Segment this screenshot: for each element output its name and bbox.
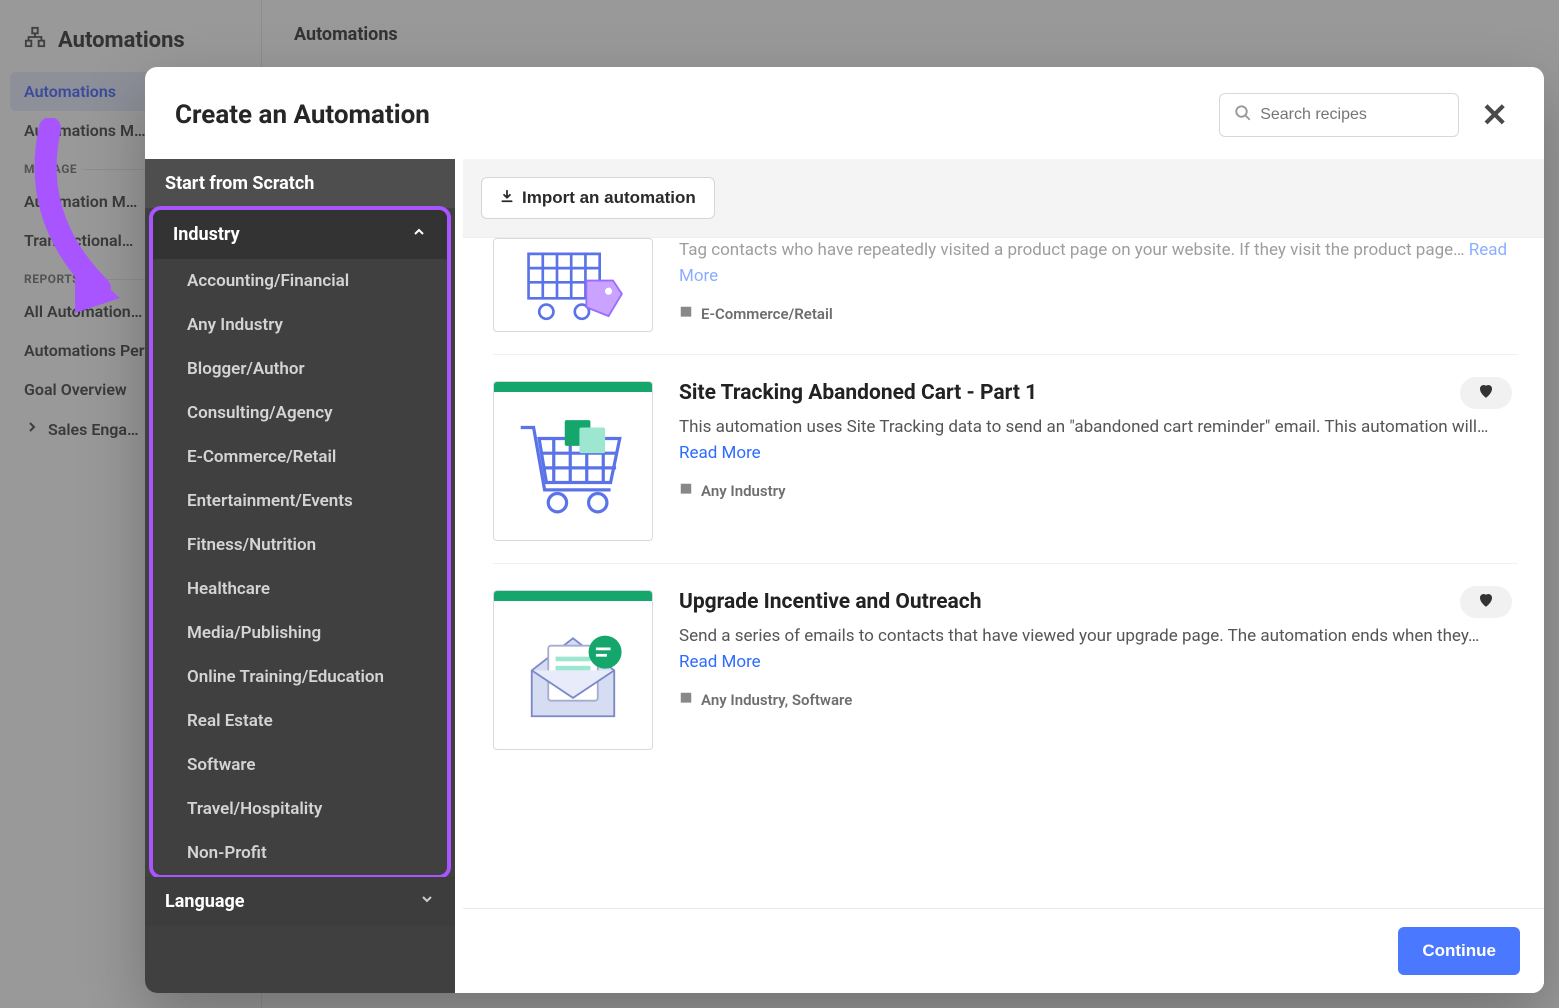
industry-item[interactable]: Entertainment/Events bbox=[153, 479, 447, 523]
category-icon bbox=[679, 691, 693, 709]
search-input-field[interactable] bbox=[1260, 106, 1444, 124]
recipe-title: Site Tracking Abandoned Cart - Part 1 bbox=[679, 381, 1518, 405]
close-button[interactable]: ✕ bbox=[1475, 99, 1514, 131]
start-from-scratch-label: Start from Scratch bbox=[165, 173, 314, 194]
industry-item-label: Non-Profit bbox=[187, 843, 267, 863]
industry-item-label: Consulting/Agency bbox=[187, 403, 333, 423]
industry-item[interactable]: Blogger/Author bbox=[153, 347, 447, 391]
recipe-desc: Tag contacts who have repeatedly visited… bbox=[679, 238, 1518, 289]
read-more-link[interactable]: Read More bbox=[679, 443, 761, 463]
industry-item-label: Any Industry bbox=[187, 315, 283, 335]
recipe-thumb bbox=[493, 381, 653, 541]
language-collapsible[interactable]: Language bbox=[145, 877, 455, 926]
industry-item-label: E-Commerce/Retail bbox=[187, 447, 336, 467]
industry-item-label: Fitness/Nutrition bbox=[187, 535, 316, 555]
category-column: Start from Scratch Industry Accounting/F… bbox=[145, 159, 463, 993]
recipe-thumb bbox=[493, 238, 653, 332]
modal-header: Create an Automation ✕ bbox=[145, 67, 1544, 159]
create-automation-modal: Create an Automation ✕ Start from Scratc… bbox=[145, 67, 1544, 993]
industry-item[interactable]: Media/Publishing bbox=[153, 611, 447, 655]
modal-title: Create an Automation bbox=[175, 100, 1203, 130]
industry-highlight: Industry Accounting/Financial Any Industr… bbox=[149, 206, 451, 879]
industry-item[interactable]: Online Training/Education bbox=[153, 655, 447, 699]
industry-item[interactable]: Accounting/Financial bbox=[153, 259, 447, 303]
industry-item-label: Entertainment/Events bbox=[187, 491, 353, 511]
heart-icon bbox=[1477, 382, 1495, 404]
continue-button[interactable]: Continue bbox=[1398, 927, 1520, 975]
industry-item-label: Accounting/Financial bbox=[187, 271, 349, 291]
heart-icon bbox=[1477, 591, 1495, 613]
industry-item-label: Real Estate bbox=[187, 711, 273, 731]
recipe-list[interactable]: Tag contacts who have repeatedly visited… bbox=[463, 238, 1544, 908]
industry-item-label: Blogger/Author bbox=[187, 359, 305, 379]
industry-item-label: Online Training/Education bbox=[187, 667, 384, 687]
recipe-title: Upgrade Incentive and Outreach bbox=[679, 590, 1518, 614]
industry-item[interactable]: Any Industry bbox=[153, 303, 447, 347]
category-icon bbox=[679, 305, 693, 323]
envelope-message-icon bbox=[513, 620, 633, 730]
download-icon bbox=[500, 188, 514, 208]
abandoned-cart-icon bbox=[513, 411, 633, 521]
industry-item[interactable]: E-Commerce/Retail bbox=[153, 435, 447, 479]
import-bar: Import an automation bbox=[463, 159, 1544, 238]
industry-item[interactable]: Fitness/Nutrition bbox=[153, 523, 447, 567]
chevron-up-icon bbox=[411, 224, 427, 245]
recipe-desc: Send a series of emails to contacts that… bbox=[679, 624, 1518, 675]
search-icon bbox=[1234, 104, 1252, 126]
industry-label: Industry bbox=[173, 224, 240, 245]
recipe-card[interactable]: Site Tracking Abandoned Cart - Part 1 Th… bbox=[493, 355, 1518, 564]
import-label: Import an automation bbox=[522, 188, 696, 208]
recipe-meta: Any Industry, Software bbox=[679, 691, 1518, 709]
recipe-meta: Any Industry bbox=[679, 482, 1518, 500]
import-automation-button[interactable]: Import an automation bbox=[481, 177, 715, 219]
industry-item-label: Media/Publishing bbox=[187, 623, 321, 643]
cart-tag-icon bbox=[518, 245, 628, 325]
close-icon: ✕ bbox=[1481, 96, 1508, 134]
category-icon bbox=[679, 482, 693, 500]
recipe-meta: E-Commerce/Retail bbox=[679, 305, 1518, 323]
industry-item[interactable]: Travel/Hospitality bbox=[153, 787, 447, 831]
start-from-scratch-item[interactable]: Start from Scratch bbox=[145, 159, 455, 208]
language-label: Language bbox=[165, 891, 244, 912]
favorite-button[interactable] bbox=[1460, 377, 1512, 409]
recipe-thumb bbox=[493, 590, 653, 750]
industry-collapsible[interactable]: Industry bbox=[153, 210, 447, 259]
industry-item[interactable]: Real Estate bbox=[153, 699, 447, 743]
industry-item[interactable]: Consulting/Agency bbox=[153, 391, 447, 435]
favorite-button[interactable] bbox=[1460, 586, 1512, 618]
industry-item[interactable]: Healthcare bbox=[153, 567, 447, 611]
recipe-desc: This automation uses Site Tracking data … bbox=[679, 415, 1518, 466]
industry-item-label: Software bbox=[187, 755, 256, 775]
industry-item-label: Travel/Hospitality bbox=[187, 799, 322, 819]
recipe-card-partial[interactable]: Tag contacts who have repeatedly visited… bbox=[493, 238, 1518, 355]
search-recipes-input[interactable] bbox=[1219, 93, 1459, 137]
recipe-card[interactable]: Upgrade Incentive and Outreach Send a se… bbox=[493, 564, 1518, 772]
read-more-link[interactable]: Read More bbox=[679, 652, 761, 672]
industry-item[interactable]: Software bbox=[153, 743, 447, 787]
modal-footer: Continue bbox=[463, 908, 1544, 993]
industry-item[interactable]: Non-Profit bbox=[153, 831, 447, 875]
chevron-down-icon bbox=[419, 891, 435, 912]
recipe-column: Import an automation bbox=[463, 159, 1544, 993]
industry-item-label: Healthcare bbox=[187, 579, 270, 599]
